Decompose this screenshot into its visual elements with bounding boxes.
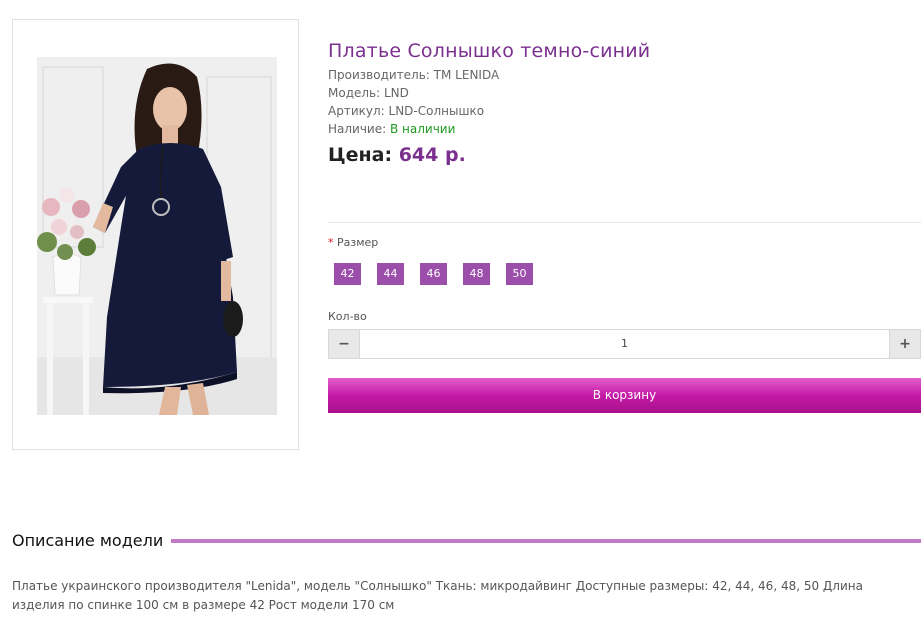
- size-option-46[interactable]: 46: [420, 263, 447, 285]
- quantity-input[interactable]: 1: [360, 329, 889, 359]
- required-mark: *: [328, 236, 334, 249]
- size-option-42[interactable]: 42: [334, 263, 361, 285]
- product-image[interactable]: [37, 57, 277, 415]
- dress-photo: [37, 57, 277, 415]
- quantity-stepper: − 1 +: [328, 329, 921, 359]
- product-title: Платье Солнышко темно-синий: [328, 40, 651, 62]
- description-title: Описание модели: [12, 531, 164, 550]
- size-option-48[interactable]: 48: [463, 263, 490, 285]
- availability-row: Наличие: В наличии: [328, 120, 921, 138]
- manufacturer-row: Производитель: TM LENIDA: [328, 66, 921, 84]
- product-image-frame: [12, 19, 299, 450]
- model-value: LND: [384, 86, 409, 100]
- options-divider: [328, 222, 921, 223]
- size-label-text: Размер: [337, 236, 379, 249]
- description-header: Описание модели: [12, 531, 921, 550]
- description-text: Платье украинского производителя "Lenida…: [12, 579, 863, 612]
- add-to-cart-button[interactable]: В корзину: [328, 378, 921, 413]
- size-option-50[interactable]: 50: [506, 263, 533, 285]
- article-label: Артикул:: [328, 104, 385, 118]
- size-label: * Размер: [328, 236, 378, 249]
- product-info: Платье Солнышко темно-синий Производител…: [328, 36, 921, 166]
- price-value: 644 р.: [398, 144, 466, 166]
- size-options: 42 44 46 48 50: [334, 263, 533, 285]
- manufacturer-label: Производитель:: [328, 68, 430, 82]
- manufacturer-value[interactable]: TM LENIDA: [434, 68, 500, 82]
- model-row: Модель: LND: [328, 84, 921, 102]
- product-page: Платье Солнышко темно-синий Производител…: [0, 0, 921, 637]
- article-value: LND-Солнышко: [388, 104, 485, 118]
- quantity-increase-button[interactable]: +: [889, 329, 921, 359]
- price-label: Цена:: [328, 144, 393, 166]
- quantity-decrease-button[interactable]: −: [328, 329, 360, 359]
- size-option-44[interactable]: 44: [377, 263, 404, 285]
- article-row: Артикул: LND-Солнышко: [328, 102, 921, 120]
- product-meta: Производитель: TM LENIDA Модель: LND Арт…: [328, 66, 921, 138]
- availability-label: Наличие:: [328, 122, 387, 136]
- description-divider: [171, 538, 921, 543]
- model-label: Модель:: [328, 86, 381, 100]
- quantity-label: Кол-во: [328, 310, 367, 323]
- availability-value: В наличии: [390, 122, 456, 136]
- price-row: Цена: 644 р.: [328, 144, 921, 166]
